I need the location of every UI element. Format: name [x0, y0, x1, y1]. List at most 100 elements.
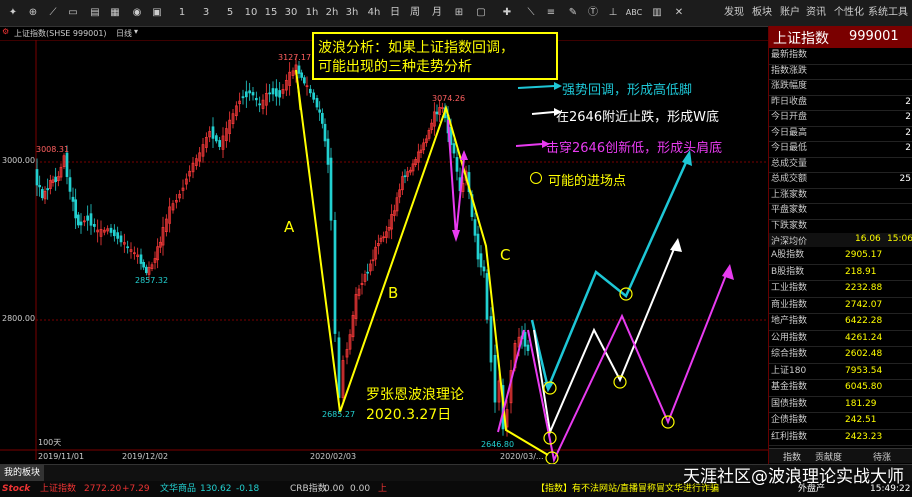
ticker4-name[interactable]: 上 — [378, 481, 387, 497]
window-icon[interactable]: ▢ — [474, 4, 488, 22]
pointer-icon[interactable]: ✦ — [6, 4, 20, 22]
stock-row[interactable]: 地产指数 6422.28 — [769, 314, 912, 331]
draw-line-icon[interactable]: ⟋ — [46, 4, 60, 22]
period-2h-button[interactable]: 2h — [324, 4, 340, 22]
menu-system-tools[interactable]: 系统工具 — [868, 4, 908, 22]
channel-tool-icon[interactable]: ≡ — [544, 4, 558, 22]
candle-body — [435, 111, 439, 115]
period-5-button[interactable]: 5 — [224, 4, 236, 22]
info-field-value: 25 — [899, 174, 911, 184]
grid-icon[interactable]: ▣ — [150, 4, 164, 22]
candle-body — [455, 157, 459, 172]
stock-row[interactable]: B股指数 218.91 — [769, 265, 912, 281]
period-1-button[interactable]: 1 — [176, 4, 188, 22]
layout-icon[interactable]: ⊞ — [452, 4, 466, 22]
candle-body — [526, 344, 530, 351]
period-label[interactable]: 日线 — [116, 28, 132, 39]
candle-body — [86, 215, 90, 221]
stock-row[interactable]: 综合指数 2602.48 — [769, 347, 912, 364]
legend-magenta-text: 击穿2646创新低，形成头肩底 — [546, 141, 723, 156]
stock-row[interactable]: 国债指数 181.29 — [769, 397, 912, 413]
info-field-label: 今日最低 — [771, 143, 808, 153]
abc-tool-button[interactable]: ABC — [624, 4, 644, 22]
stock-value: 2742.07 — [845, 299, 883, 310]
fib-tool-icon[interactable]: ▥ — [650, 4, 664, 22]
info-field-row: 上涨家数 — [769, 188, 912, 204]
stock-name: 公用指数 — [771, 332, 808, 343]
hs-avg-row: 沪深均价 16.06 15:06 — [769, 233, 912, 247]
stock-row[interactable]: 基金指数 6045.80 — [769, 380, 912, 397]
cross-icon[interactable]: ✚ — [500, 4, 514, 22]
zoom-icon[interactable]: ⊕ — [26, 4, 40, 22]
candle-body — [139, 254, 143, 264]
stock-value: 218.91 — [845, 266, 877, 277]
candle-body — [76, 214, 80, 226]
chevron-down-icon[interactable]: ▾ — [134, 27, 138, 36]
info-field-label: 今日开盘 — [771, 112, 808, 122]
period-1m-button[interactable]: ▭ — [64, 4, 82, 22]
period-15-button[interactable]: 15 — [262, 4, 280, 22]
info-field-label: 平盘家数 — [771, 205, 808, 215]
stock-row[interactable]: A股指数 2905.17 — [769, 248, 912, 265]
period-week-button[interactable]: 周 — [408, 4, 422, 22]
info-field-label: 下跌家数 — [771, 220, 808, 231]
settings-icon[interactable]: ◉ — [130, 4, 144, 22]
stock-row[interactable]: 企债指数 242.51 — [769, 413, 912, 430]
ticker1-name[interactable]: 上证指数 — [40, 481, 76, 497]
tab-my-sector[interactable]: 我的板块 — [0, 465, 44, 481]
candle-body — [92, 224, 96, 227]
menu-news[interactable]: 资讯 — [806, 4, 826, 22]
stock-value: 181.29 — [845, 398, 877, 409]
candle-body — [274, 88, 278, 97]
author-line2: 2020.3.27日 — [366, 407, 452, 423]
candle-body — [68, 177, 72, 192]
settings-dot-icon[interactable]: ⚙ — [2, 27, 9, 36]
candle-body — [258, 103, 262, 106]
x-tick-2019-12: 2019/12/02 — [122, 452, 169, 461]
candle-body — [489, 316, 493, 363]
menu-sector[interactable]: 板块 — [752, 4, 772, 22]
line-tool-icon[interactable]: ⟍ — [524, 4, 538, 22]
info-field-label: 总成交额 — [771, 174, 808, 184]
x-tick-2020-02: 2020/02/03 — [310, 452, 357, 461]
analysis-title-line1: 波浪分析：如果上证指数回调， — [318, 40, 514, 56]
ticker3-name[interactable]: CRB指数 — [290, 481, 327, 497]
info-field-row: 总成交量 — [769, 157, 912, 173]
stock-row[interactable]: 商业指数 2742.07 — [769, 298, 912, 314]
period-day-button[interactable]: 日 — [388, 4, 402, 22]
info-field-row: 涨跌幅度 — [769, 79, 912, 96]
period-4h-button[interactable]: 4h — [366, 4, 382, 22]
candle-body — [40, 189, 44, 199]
candle-body — [473, 219, 477, 236]
period-10-button[interactable]: 10 — [242, 4, 260, 22]
stock-row[interactable]: 工业指数 2232.88 — [769, 281, 912, 298]
erase-tool-icon[interactable]: ✕ — [672, 4, 686, 22]
legend-cyan-text: 强势回调，形成高低脚 — [562, 83, 693, 98]
stock-row[interactable]: 红利指数 2423.23 — [769, 430, 912, 446]
ticker1-value: 2772.20 — [84, 484, 122, 494]
period-3h-button[interactable]: 3h — [344, 4, 360, 22]
info-title-bar: 上证指数 999001 — [769, 26, 912, 48]
info-title-name: 上证指数 — [773, 31, 829, 47]
stock-row[interactable]: 公用指数 4261.24 — [769, 331, 912, 347]
candle-body — [244, 91, 248, 98]
period-month-button[interactable]: 月 — [430, 4, 444, 22]
menu-account[interactable]: 账户 — [780, 4, 800, 22]
period-3-button[interactable]: 3 — [200, 4, 212, 22]
menu-personalize[interactable]: 个性化 — [834, 4, 864, 22]
stock-row[interactable]: 上证180 7953.54 — [769, 364, 912, 380]
hs-avg-label: 沪深均价 — [771, 237, 808, 247]
y-tick-2800: 2800.00 — [2, 314, 36, 323]
chart-type-icon[interactable]: ▤ — [86, 4, 104, 22]
menu-discover[interactable]: 发现 — [724, 4, 744, 22]
ticker2-name[interactable]: 文华商品 — [160, 481, 196, 497]
ruler-tool-icon[interactable]: ⊥ — [606, 4, 620, 22]
period-30-button[interactable]: 30 — [282, 4, 300, 22]
info-field-row: 最新指数 — [769, 48, 912, 65]
pen-tool-icon[interactable]: ✎ — [566, 4, 580, 22]
info-field-row: 今日最高 2 — [769, 126, 912, 142]
period-1h-button[interactable]: 1h — [304, 4, 320, 22]
calendar-icon[interactable]: ▦ — [108, 4, 122, 22]
text-tool-icon[interactable]: Ⓣ — [586, 4, 600, 22]
candle-body — [38, 185, 42, 188]
